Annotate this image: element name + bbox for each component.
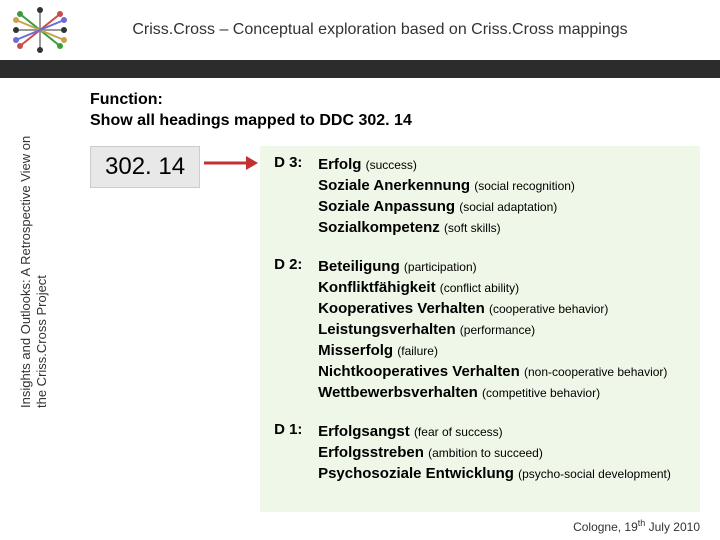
terms-panel: D 3:Erfolg (success)Soziale Anerkennung … bbox=[260, 146, 700, 512]
term-line: Kooperatives Verhalten (cooperative beha… bbox=[318, 298, 686, 319]
group-label: D 3: bbox=[274, 154, 318, 238]
crisscross-logo-icon bbox=[10, 6, 70, 54]
term-group: D 3:Erfolg (success)Soziale Anerkennung … bbox=[274, 154, 686, 238]
term-line: Erfolgsstreben (ambition to succeed) bbox=[318, 442, 686, 463]
term-en: (social recognition) bbox=[474, 179, 575, 193]
term-de: Erfolg bbox=[318, 156, 366, 173]
function-description: Show all headings mapped to DDC 302. 14 bbox=[90, 112, 412, 129]
term-en: (participation) bbox=[404, 260, 477, 274]
group-terms: Erfolgsangst (fear of success)Erfolgsstr… bbox=[318, 421, 686, 484]
slide-footer: Cologne, 19th July 2010 bbox=[573, 518, 700, 534]
term-en: (social adaptation) bbox=[459, 200, 557, 214]
group-terms: Erfolg (success)Soziale Anerkennung (soc… bbox=[318, 154, 686, 238]
term-en: (soft skills) bbox=[444, 221, 501, 235]
term-de: Soziale Anerkennung bbox=[318, 177, 474, 194]
group-label: D 1: bbox=[274, 421, 318, 484]
sidebar-line2: the Criss.Cross Project bbox=[34, 275, 49, 408]
term-line: Leistungsverhalten (performance) bbox=[318, 319, 686, 340]
term-de: Kooperatives Verhalten bbox=[318, 300, 489, 317]
term-en: (competitive behavior) bbox=[482, 386, 600, 400]
term-line: Erfolg (success) bbox=[318, 154, 686, 175]
function-heading: Function: Show all headings mapped to DD… bbox=[90, 90, 720, 132]
term-line: Misserfolg (failure) bbox=[318, 340, 686, 361]
term-en: (non-cooperative behavior) bbox=[524, 365, 667, 379]
term-line: Wettbewerbsverhalten (competitive behavi… bbox=[318, 382, 686, 403]
term-group: D 1:Erfolgsangst (fear of success)Erfolg… bbox=[274, 421, 686, 484]
term-de: Erfolgsangst bbox=[318, 423, 414, 440]
term-de: Leistungsverhalten bbox=[318, 321, 460, 338]
term-line: Erfolgsangst (fear of success) bbox=[318, 421, 686, 442]
term-en: (failure) bbox=[397, 344, 438, 358]
term-de: Nichtkooperatives Verhalten bbox=[318, 363, 524, 380]
slide-header: Criss.Cross – Conceptual exploration bas… bbox=[0, 0, 720, 60]
term-en: (success) bbox=[366, 158, 417, 172]
ddc-code-box: 302. 14 bbox=[90, 146, 200, 188]
term-en: (ambition to succeed) bbox=[428, 446, 543, 460]
group-label: D 2: bbox=[274, 256, 318, 403]
term-de: Beteiligung bbox=[318, 258, 404, 275]
slide-title: Criss.Cross – Conceptual exploration bas… bbox=[70, 21, 710, 39]
footer-date: July 2010 bbox=[645, 520, 700, 534]
term-line: Beteiligung (participation) bbox=[318, 256, 686, 277]
slide-content: Insights and Outlooks: A Retrospective V… bbox=[0, 78, 720, 512]
term-line: Konfliktfähigkeit (conflict ability) bbox=[318, 277, 686, 298]
arrow-right-icon bbox=[200, 146, 260, 180]
term-en: (conflict ability) bbox=[440, 281, 519, 295]
term-en: (cooperative behavior) bbox=[489, 302, 608, 316]
term-de: Sozialkompetenz bbox=[318, 219, 444, 236]
term-de: Konfliktfähigkeit bbox=[318, 279, 440, 296]
term-de: Wettbewerbsverhalten bbox=[318, 384, 482, 401]
divider-bar bbox=[0, 60, 720, 78]
group-terms: Beteiligung (participation)Konfliktfähig… bbox=[318, 256, 686, 403]
term-line: Nichtkooperatives Verhalten (non-coopera… bbox=[318, 361, 686, 382]
term-line: Soziale Anpassung (social adaptation) bbox=[318, 196, 686, 217]
function-label: Function: bbox=[90, 91, 163, 108]
sidebar-caption: Insights and Outlooks: A Retrospective V… bbox=[18, 88, 49, 408]
term-line: Soziale Anerkennung (social recognition) bbox=[318, 175, 686, 196]
term-en: (performance) bbox=[460, 323, 535, 337]
mapping-area: 302. 14 D 3:Erfolg (success)Soziale Aner… bbox=[90, 146, 720, 512]
term-en: (fear of success) bbox=[414, 425, 503, 439]
term-en: (psycho-social development) bbox=[518, 467, 671, 481]
term-line: Psychosoziale Entwicklung (psycho-social… bbox=[318, 463, 686, 484]
term-de: Soziale Anpassung bbox=[318, 198, 459, 215]
footer-place: Cologne, 19 bbox=[573, 520, 638, 534]
term-de: Misserfolg bbox=[318, 342, 397, 359]
sidebar-line1: Insights and Outlooks: A Retrospective V… bbox=[18, 136, 33, 408]
term-group: D 2:Beteiligung (participation)Konfliktf… bbox=[274, 256, 686, 403]
term-line: Sozialkompetenz (soft skills) bbox=[318, 217, 686, 238]
term-de: Erfolgsstreben bbox=[318, 444, 428, 461]
term-de: Psychosoziale Entwicklung bbox=[318, 465, 518, 482]
